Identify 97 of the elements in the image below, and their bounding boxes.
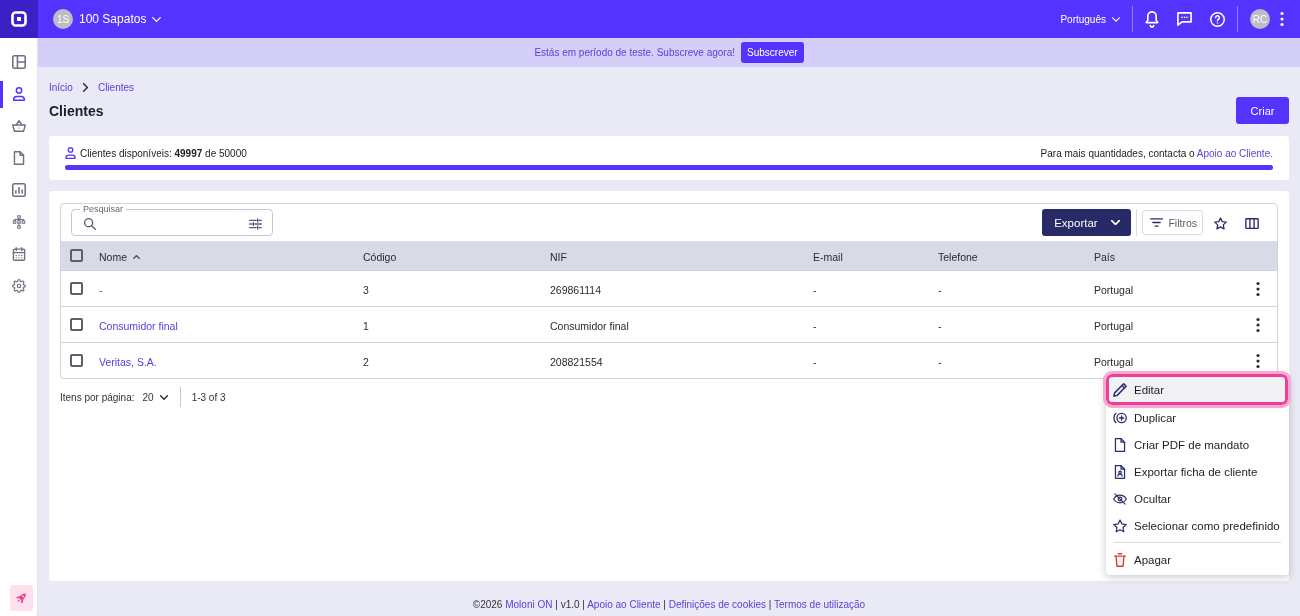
person-icon (65, 147, 76, 159)
logo-icon[interactable] (0, 0, 38, 38)
checkbox[interactable] (70, 318, 83, 331)
bell-icon[interactable] (1145, 10, 1159, 28)
table-cell: Consumidor final (550, 319, 629, 332)
column-header[interactable]: Nome (99, 250, 140, 263)
chevron-down-icon (1110, 220, 1120, 225)
menu-item[interactable]: Selecionar como predefinido (1106, 512, 1289, 539)
footer-text: v1.0 (560, 599, 580, 610)
rocket-icon[interactable] (10, 585, 33, 611)
filter-icon (1150, 218, 1164, 227)
trial-message: Estás em período de teste. Subscreve agora! (534, 47, 736, 58)
checkbox[interactable] (70, 282, 83, 295)
column-header[interactable]: E-mail (813, 250, 843, 263)
usage-text: Clientes disponíveis: 49997 de 50000 (80, 147, 247, 159)
menu-item[interactable]: Ocultar (1106, 485, 1289, 512)
calendar-icon[interactable] (11, 247, 26, 261)
chevron-down-icon (152, 16, 162, 22)
export-button[interactable]: Exportar (1042, 209, 1132, 236)
sliders-icon[interactable] (249, 218, 262, 230)
table-cell: - (938, 355, 942, 368)
footer-link[interactable]: Moloni ON (505, 599, 553, 610)
pencil-icon (1113, 382, 1127, 397)
table-cell: 1 (363, 319, 369, 332)
column-header[interactable]: País (1094, 250, 1115, 263)
layout-icon[interactable] (11, 55, 26, 69)
table-cell: - (813, 283, 817, 296)
help-icon[interactable] (1210, 11, 1225, 27)
language-select[interactable]: Português (1060, 13, 1120, 25)
table-cell: 269861114 (550, 283, 601, 296)
columns-icon[interactable] (1245, 218, 1259, 229)
page-size-select[interactable]: 20 (142, 391, 168, 403)
more-icon[interactable] (1280, 12, 1284, 26)
more-icon[interactable] (1256, 353, 1260, 368)
breadcrumb-link[interactable]: Início (49, 81, 73, 93)
table-cell: - (938, 283, 942, 296)
footer-link[interactable]: Definições de cookies (668, 599, 766, 610)
checkbox[interactable] (70, 249, 83, 262)
chevron-down-icon (159, 394, 168, 400)
separator-text: | (555, 599, 558, 610)
search-field[interactable]: Pesquisar (71, 204, 273, 236)
table-cell: - (813, 319, 817, 332)
column-header[interactable]: NIF (550, 250, 567, 263)
table-cell: - (813, 355, 817, 368)
basket-icon[interactable] (11, 119, 26, 133)
menu-item[interactable]: Criar PDF de mandato (1106, 431, 1289, 458)
client-name-link[interactable]: Veritas, S.A. (99, 355, 157, 368)
chat-icon[interactable] (1177, 12, 1192, 26)
menu-item[interactable]: Exportar ficha de cliente (1106, 458, 1289, 485)
eye-off-icon (1113, 491, 1127, 506)
more-icon[interactable] (1256, 281, 1260, 296)
create-button[interactable]: Criar (1236, 97, 1289, 124)
circle-plus-icon (1113, 410, 1127, 425)
page-size-label: Itens por página: (60, 391, 135, 403)
column-header[interactable]: Código (363, 250, 397, 263)
column-header[interactable]: Telefone (938, 250, 978, 263)
support-link[interactable]: Apoio ao Cliente. (1196, 147, 1273, 159)
footer-link[interactable]: Apoio ao Cliente (587, 599, 661, 610)
footer-text: ©2026 (472, 599, 503, 610)
menu-item[interactable]: Apagar (1106, 546, 1289, 573)
chevron-right-icon (82, 82, 88, 92)
table-cell: 3 (363, 283, 369, 296)
breadcrumb-link[interactable]: Clientes (97, 81, 135, 93)
person-icon[interactable] (11, 87, 26, 101)
star-icon (1113, 518, 1127, 533)
table-cell: 2 (363, 355, 369, 368)
usage-note: Para mais quantidades, contacta o Apoio ao Cliente. (1040, 147, 1273, 159)
file-person-icon (1113, 464, 1127, 479)
menu-item[interactable]: Editar (1103, 371, 1291, 408)
table-cell: Portugal (1094, 355, 1134, 368)
page-title: Clientes (49, 102, 105, 120)
file-icon (1113, 437, 1127, 452)
company-avatar: 1S (53, 9, 73, 29)
filters-button[interactable]: Filtros (1142, 210, 1203, 235)
bar-chart-icon[interactable] (11, 183, 26, 197)
separator-text: | (663, 599, 666, 610)
company-switcher[interactable]: 1S 100 Sapatos (53, 9, 162, 29)
table-cell: - (938, 319, 942, 332)
star-icon[interactable] (1214, 217, 1227, 230)
table-cell: Portugal (1094, 283, 1134, 296)
checkbox[interactable] (70, 354, 83, 367)
footer-link[interactable]: Termos de utilização (774, 599, 866, 610)
more-icon[interactable] (1256, 317, 1260, 332)
client-name-link[interactable]: Consumidor final (99, 319, 178, 332)
separator-text: | (768, 599, 772, 610)
client-name-link[interactable]: - (99, 283, 103, 296)
hierarchy-icon[interactable] (11, 215, 26, 229)
subscribe-button[interactable]: Subscrever (741, 42, 804, 63)
table-cell: Portugal (1094, 319, 1134, 332)
gear-icon[interactable] (11, 279, 26, 293)
page-range: 1-3 of 3 (191, 391, 226, 403)
chevron-down-icon (1112, 16, 1120, 22)
separator-text: | (582, 599, 585, 610)
table-cell: 208821554 (550, 355, 603, 368)
trash-icon (1113, 552, 1127, 567)
search-icon (84, 218, 96, 230)
document-icon[interactable] (11, 151, 26, 165)
